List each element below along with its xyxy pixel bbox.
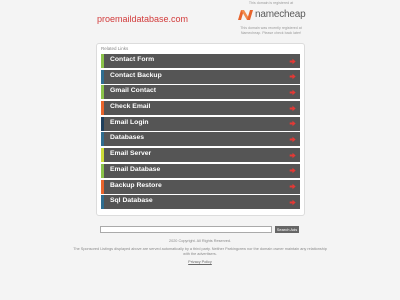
accent-bar — [101, 148, 104, 163]
related-link-item[interactable]: Check Email — [101, 101, 300, 116]
arrow-right-icon — [289, 120, 296, 127]
related-link-label: Databases — [110, 134, 145, 142]
namecheap-logo[interactable]: namecheap — [238, 8, 306, 24]
namecheap-n-icon — [238, 10, 253, 20]
search-input[interactable] — [100, 226, 272, 233]
related-link-label: Email Database — [110, 165, 161, 173]
search-ads-button[interactable]: Search Ads — [275, 226, 299, 233]
related-links-title: Related Links — [101, 46, 129, 51]
related-link-item[interactable]: Sql Database — [101, 195, 300, 210]
related-link-label: Check Email — [110, 103, 151, 111]
accent-bar — [101, 163, 104, 178]
related-link-item[interactable]: Email Login — [101, 116, 300, 131]
copyright-text: 2020 Copyright. All Rights Reserved. — [168, 239, 232, 243]
accent-bar — [101, 116, 104, 131]
domain-title-link[interactable]: proemaildatabase.com — [97, 14, 188, 24]
related-link-item[interactable]: Gmail Contact — [101, 85, 300, 100]
arrow-right-icon — [289, 89, 296, 96]
accent-bar — [101, 85, 104, 100]
accent-bar — [101, 101, 104, 116]
accent-bar — [101, 69, 104, 84]
disclaimer-text: The Sponsored Listings displayed above a… — [73, 247, 327, 256]
registered-at-text: This domain is registered at — [248, 1, 294, 5]
arrow-right-icon — [289, 73, 296, 80]
related-link-item[interactable]: Contact Form — [101, 54, 300, 68]
related-link-label: Sql Database — [110, 197, 153, 205]
related-link-item[interactable]: Databases — [101, 132, 300, 147]
arrow-right-icon — [289, 168, 296, 174]
related-links-panel: Related Links Contact Form Contact Backup… — [96, 43, 305, 216]
arrow-right-icon — [289, 152, 296, 158]
related-links-list: Contact Form Contact Backup Gmail Contact C… — [101, 54, 300, 211]
accent-bar — [101, 179, 104, 194]
related-link-label: Contact Backup — [110, 71, 162, 79]
namecheap-brand-text: namecheap — [255, 9, 306, 20]
related-link-item[interactable]: Email Database — [101, 163, 300, 178]
privacy-policy-link[interactable]: Privacy Policy — [100, 260, 300, 264]
search-bar: Search Ads — [100, 226, 300, 234]
arrow-right-icon — [289, 105, 296, 111]
related-link-item[interactable]: Backup Restore — [101, 179, 300, 194]
arrow-right-icon — [289, 58, 296, 64]
arrow-right-icon — [289, 136, 296, 143]
related-link-label: Email Login — [110, 118, 149, 126]
arrow-right-icon — [289, 183, 296, 190]
arrow-right-icon — [289, 199, 296, 205]
accent-bar — [101, 195, 104, 210]
accent-bar — [101, 54, 104, 68]
registrar-note: This domain was recently registered at N… — [240, 26, 302, 35]
related-link-item[interactable]: Contact Backup — [101, 69, 300, 84]
related-link-label: Backup Restore — [110, 181, 162, 189]
related-link-label: Contact Form — [110, 56, 155, 63]
related-link-item[interactable]: Email Server — [101, 148, 300, 163]
related-link-label: Email Server — [110, 150, 152, 158]
related-link-label: Gmail Contact — [110, 87, 157, 95]
accent-bar — [101, 132, 104, 147]
